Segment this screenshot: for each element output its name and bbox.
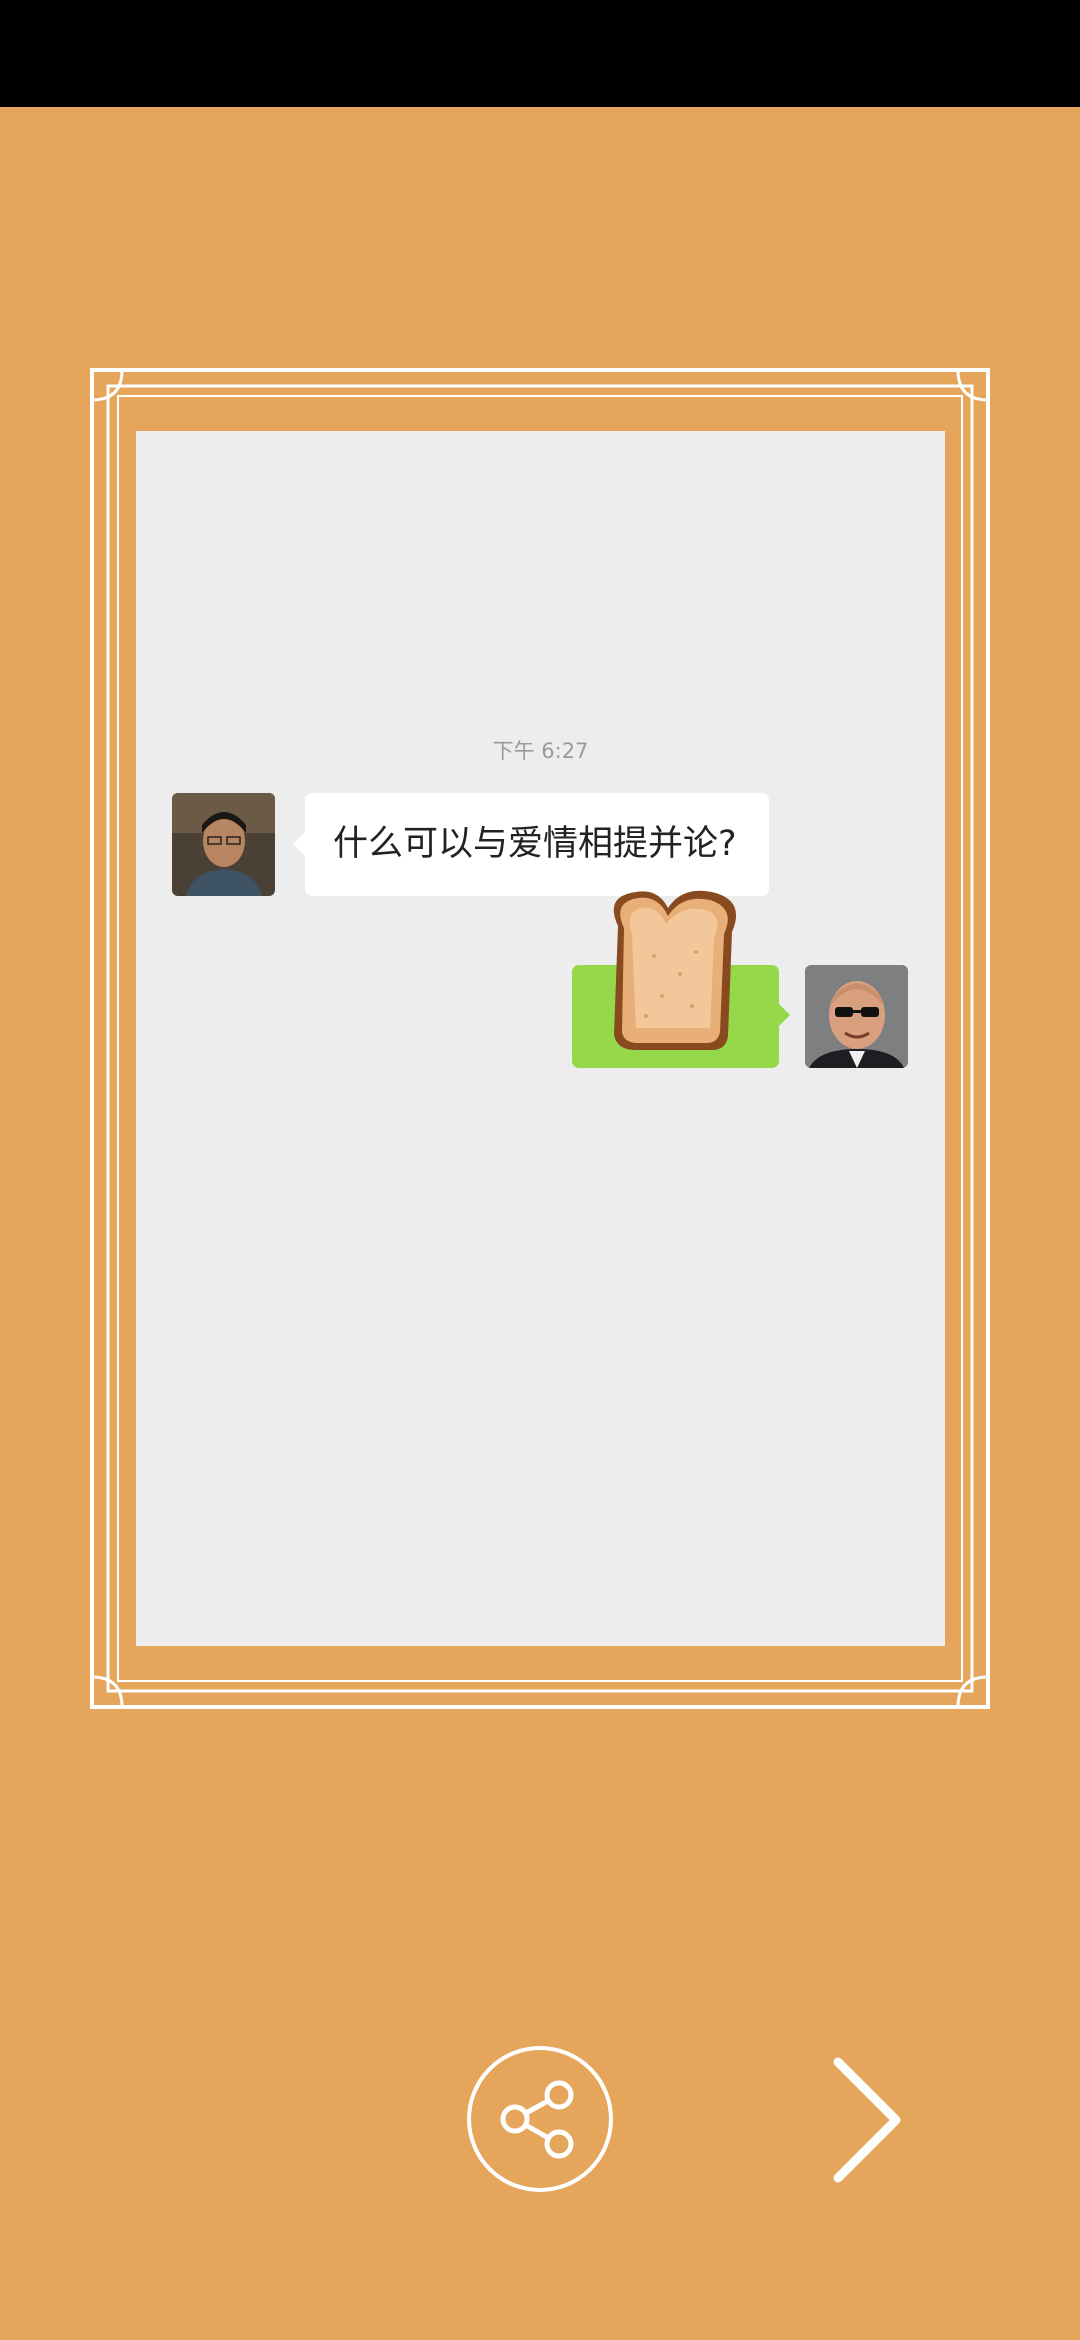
recipient-avatar[interactable]	[805, 965, 908, 1068]
sender-avatar[interactable]	[172, 793, 275, 896]
status-bar	[0, 0, 1080, 107]
person-avatar-icon	[805, 965, 908, 1068]
share-button[interactable]	[467, 2046, 613, 2192]
incoming-message-bubble[interactable]: 什么可以与爱情相提并论?	[293, 793, 769, 896]
toast-sticker-icon	[613, 890, 737, 1051]
message-text: 什么可以与爱情相提并论?	[333, 824, 737, 864]
chat-panel: 下午 6:27 什么可以与爱情相提并论?	[136, 431, 945, 1646]
message-timestamp: 下午 6:27	[492, 739, 589, 763]
chevron-right-icon	[833, 2057, 901, 2183]
person-avatar-icon	[172, 793, 275, 896]
next-button[interactable]	[820, 2050, 910, 2190]
share-icon	[500, 2080, 574, 2159]
